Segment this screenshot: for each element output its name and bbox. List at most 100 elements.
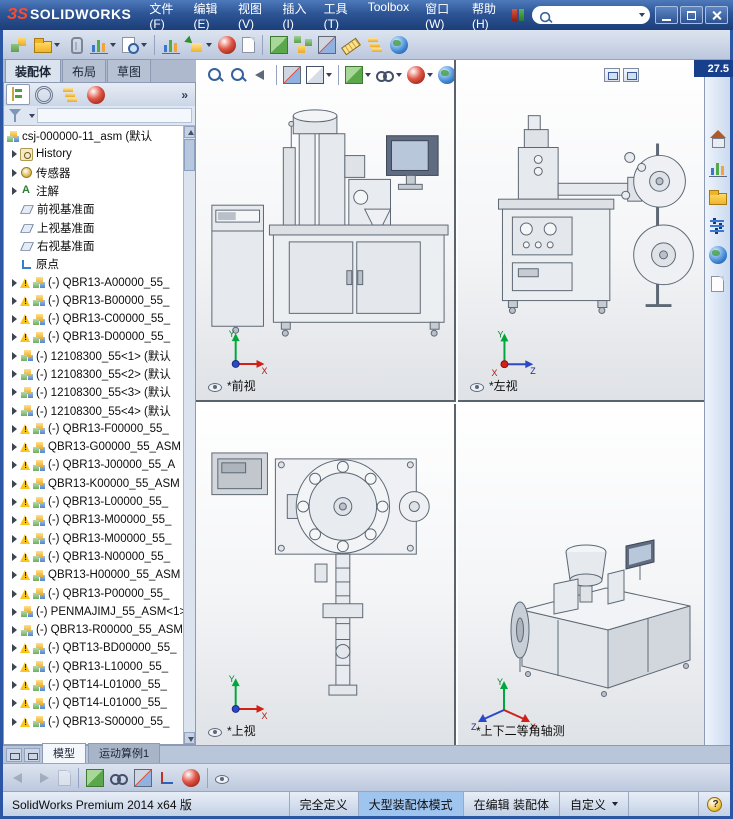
tree-item[interactable]: (-) QBR13-L00000_55_ — [4, 493, 183, 511]
zoom-area-button[interactable] — [227, 64, 249, 86]
search-icon[interactable] — [538, 10, 551, 22]
previous-view-button[interactable] — [250, 64, 272, 86]
print-preview-dropdown-icon[interactable] — [141, 42, 147, 47]
expand-arrow-icon[interactable] — [10, 698, 20, 708]
view-orientation-button[interactable] — [304, 64, 334, 86]
tree-item[interactable]: (-) QBR13-C00000_55_ — [4, 310, 183, 328]
status-dropdown-icon[interactable] — [612, 802, 618, 806]
expand-arrow-icon[interactable] — [10, 570, 20, 580]
status-segment-2[interactable]: 在编辑 装配体 — [462, 792, 559, 816]
status-segment-3[interactable]: 自定义 — [558, 792, 628, 816]
custom-properties-button[interactable] — [707, 273, 729, 295]
tree-item[interactable]: (-) 12108300_55<1> (默认 — [4, 347, 183, 365]
tree-item[interactable]: 右视基准面 — [4, 237, 183, 255]
maximize-button[interactable] — [680, 6, 703, 24]
notes-button[interactable] — [56, 766, 73, 790]
expand-arrow-icon[interactable] — [10, 314, 20, 324]
status-segment-0[interactable]: 完全定义 — [288, 792, 358, 816]
filter-dropdown-icon[interactable] — [29, 113, 35, 118]
tree-item[interactable]: (-) QBR13-N00000_55_ — [4, 548, 183, 566]
expand-arrow-icon[interactable] — [10, 387, 20, 397]
tree-item[interactable]: (-) QBR13-R00000_55_ASM — [4, 621, 183, 639]
edit-appearance-button[interactable] — [405, 64, 435, 86]
expand-arrow-icon[interactable] — [10, 168, 20, 178]
expand-arrow-icon[interactable] — [10, 680, 20, 690]
expand-arrow-icon[interactable] — [10, 607, 20, 617]
filter-funnel-icon[interactable] — [7, 107, 25, 125]
hide-show-items-dropdown-icon[interactable] — [396, 73, 402, 77]
expand-arrow-icon[interactable] — [10, 278, 20, 288]
display-style-button[interactable] — [343, 64, 373, 86]
tab-sketch[interactable]: 草图 — [107, 59, 152, 82]
isolate-button[interactable] — [84, 766, 106, 790]
edit-appearance-button[interactable] — [216, 33, 238, 57]
tree-item[interactable]: (-) QBR13-A00000_55_ — [4, 273, 183, 291]
appearances-scenes-button[interactable] — [707, 244, 729, 266]
minimize-button[interactable] — [655, 6, 678, 24]
section-button[interactable] — [132, 766, 154, 790]
home-button[interactable] — [707, 128, 729, 150]
hide-show-components-button[interactable] — [108, 766, 130, 790]
tree-item[interactable]: (-) QBR13-D00000_55_ — [4, 328, 183, 346]
tree-item[interactable]: (-) QBT14-L01000_55_ — [4, 694, 183, 712]
tree-scrollbar[interactable] — [183, 126, 195, 744]
tree-item[interactable]: (-) QBR13-F00000_55_ — [4, 420, 183, 438]
viewport-front[interactable]: Y X *前视 — [196, 60, 456, 402]
tab-layout[interactable]: 布局 — [62, 59, 107, 82]
insert-component-button[interactable] — [184, 33, 214, 57]
print-preview-button[interactable] — [120, 33, 149, 57]
expand-arrow-icon[interactable] — [10, 149, 20, 159]
viewport-link-button[interactable] — [604, 68, 620, 82]
tree-item[interactable]: (-) QBR13-J00000_55_A — [4, 456, 183, 474]
expand-arrow-icon[interactable] — [10, 369, 20, 379]
appearance-button[interactable] — [180, 766, 202, 790]
featuremanager-design-tree-tab[interactable] — [6, 84, 30, 105]
expand-arrow-icon[interactable] — [10, 625, 20, 635]
expand-arrow-icon[interactable] — [10, 589, 20, 599]
apply-scene-button[interactable] — [436, 64, 454, 86]
solidworks-resources-button[interactable] — [707, 157, 729, 179]
configurationmanager-tab[interactable] — [58, 84, 82, 105]
viewport-maximize-button[interactable] — [623, 68, 639, 82]
expand-arrow-icon[interactable] — [10, 406, 20, 416]
file-explorer-button[interactable] — [707, 215, 729, 237]
tree-item[interactable]: QBR13-G00000_55_ASM — [4, 438, 183, 456]
expand-arrow-icon[interactable] — [10, 662, 20, 672]
expand-arrow-icon[interactable] — [10, 460, 20, 470]
tab-motion-study-1[interactable]: 运动算例1 — [88, 743, 161, 763]
mate-button[interactable] — [64, 33, 86, 57]
zoom-fit-button[interactable] — [204, 64, 226, 86]
expand-arrow-icon[interactable] — [10, 497, 20, 507]
help-icon[interactable] — [707, 796, 722, 812]
open-button[interactable] — [32, 33, 62, 57]
tree-item[interactable]: (-) QBR13-M00000_55_ — [4, 511, 183, 529]
view-orientation-dropdown-icon[interactable] — [326, 73, 332, 77]
tab-model[interactable]: 模型 — [42, 743, 86, 763]
insert-component-dropdown-icon[interactable] — [206, 42, 212, 47]
tree-item[interactable]: History — [4, 145, 183, 163]
filter-input[interactable] — [37, 108, 192, 123]
tree-item[interactable]: (-) QBR13-L10000_55_ — [4, 658, 183, 676]
scroll-thumb[interactable] — [184, 139, 195, 171]
reference-axes-button[interactable] — [156, 766, 178, 790]
measure-button[interactable] — [340, 33, 362, 57]
expand-arrow-icon[interactable] — [10, 717, 20, 727]
tree-item[interactable]: (-) QBR13-S00000_55_ — [4, 713, 183, 731]
section-view-button[interactable] — [281, 64, 303, 86]
evaluate-button[interactable] — [88, 33, 118, 57]
camera-view-button[interactable] — [213, 766, 231, 790]
tree-item[interactable]: 上视基准面 — [4, 218, 183, 236]
next-frame-button[interactable] — [32, 766, 54, 790]
display-style-dropdown-icon[interactable] — [365, 73, 371, 77]
expand-arrow-icon[interactable] — [10, 296, 20, 306]
scroll-down-button[interactable] — [184, 732, 195, 744]
tree-item[interactable]: (-) 12108300_55<2> (默认 — [4, 365, 183, 383]
propertymanager-tab[interactable] — [32, 84, 56, 105]
status-segment-1[interactable]: 大型装配体模式 — [357, 792, 463, 816]
design-library-button[interactable] — [707, 186, 729, 208]
tree-item[interactable]: 传感器 — [4, 164, 183, 182]
edit-appearance-dropdown-icon[interactable] — [427, 73, 433, 77]
tab-assembly[interactable]: 装配体 — [5, 59, 62, 82]
open-dropdown-icon[interactable] — [54, 42, 60, 47]
tree-item[interactable]: 前视基准面 — [4, 200, 183, 218]
